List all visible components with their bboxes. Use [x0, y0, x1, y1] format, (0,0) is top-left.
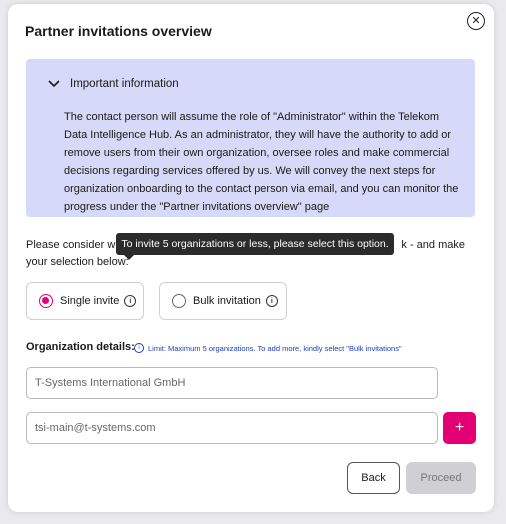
- organization-name-input[interactable]: [26, 367, 438, 399]
- single-invite-tooltip: To invite 5 organizations or less, pleas…: [116, 233, 394, 260]
- single-invite-option[interactable]: Single invite i: [26, 282, 144, 320]
- info-icon[interactable]: i: [265, 295, 278, 307]
- bulk-invitation-radio[interactable]: [172, 294, 186, 308]
- chevron-down-icon: [48, 80, 60, 88]
- limit-note: i Limit: Maximum 5 organizations. To add…: [134, 343, 402, 353]
- bulk-invitation-option[interactable]: Bulk invitation i: [159, 282, 287, 320]
- bulk-invitation-label: Bulk invitation: [193, 295, 261, 307]
- info-heading: Important information: [70, 78, 179, 90]
- info-toggle[interactable]: Important information: [48, 78, 179, 90]
- back-button[interactable]: Back: [347, 462, 400, 494]
- important-info-panel: Important information The contact person…: [26, 59, 475, 217]
- single-invite-radio[interactable]: [39, 294, 53, 308]
- close-icon[interactable]: ✕: [467, 12, 485, 30]
- organization-details-label: Organization details:: [26, 341, 135, 353]
- prompt-start: Please consider wh: [26, 239, 122, 251]
- info-icon[interactable]: i: [124, 295, 137, 307]
- invite-modal: Partner invitations overview ✕ Important…: [8, 4, 494, 512]
- info-body-text: The contact person will assume the role …: [64, 111, 459, 213]
- add-organization-button[interactable]: +: [443, 412, 476, 444]
- info-icon: i: [134, 343, 144, 353]
- proceed-button[interactable]: Proceed: [406, 462, 476, 494]
- single-invite-label: Single invite: [60, 295, 120, 307]
- limit-note-text: Limit: Maximum 5 organizations. To add m…: [148, 343, 402, 353]
- contact-email-input[interactable]: [26, 412, 438, 444]
- modal-title: Partner invitations overview: [25, 23, 212, 39]
